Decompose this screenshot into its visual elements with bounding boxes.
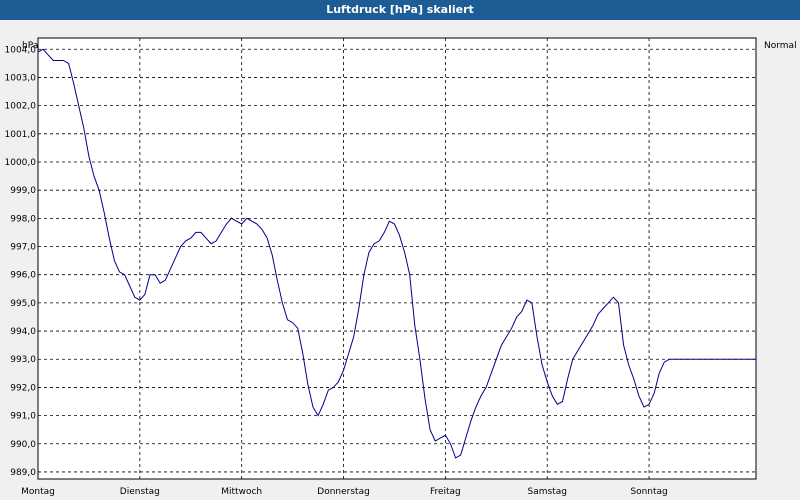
- plot-frame: [37, 37, 757, 480]
- y-tick-label: 998,0: [10, 214, 36, 224]
- x-tick-day-label: Montag: [21, 487, 55, 497]
- x-tick-day-label: Sonntag: [630, 487, 667, 497]
- x-tick-day-label: Donnerstag: [317, 487, 370, 497]
- window-title: Luftdruck [hPa] skaliert: [0, 0, 800, 20]
- y-tick-label: 989,0: [10, 468, 36, 478]
- pressure-chart: 989,0 990,0 991,0 992,0 993,0 994,0 995,0 996,0…: [5, 37, 797, 497]
- x-tick-day-label: Mittwoch: [221, 487, 262, 497]
- y-tick-label: 994,0: [10, 327, 36, 337]
- y-tick-label: 995,0: [10, 299, 36, 309]
- y-tick-label: 996,0: [10, 271, 36, 281]
- x-axis-tick-labels: Montag01.12.25Dienstag02.12.25Mittwoch03…: [21, 487, 668, 497]
- y-tick-label: 999,0: [10, 186, 36, 196]
- y-tick-label: 1001,0: [5, 130, 37, 140]
- y-tick-label: 1003,0: [5, 73, 37, 83]
- chart-area: 989,0 990,0 991,0 992,0 993,0 994,0 995,0 996,0…: [0, 20, 800, 500]
- y-tick-label: 991,0: [10, 412, 36, 422]
- y-tick-label: 1000,0: [5, 158, 37, 168]
- legend-label: Normal: [764, 41, 797, 51]
- x-tick-day-label: Freitag: [430, 487, 461, 497]
- y-axis-tick-labels: 989,0 990,0 991,0 992,0 993,0 994,0 995,0 996,0…: [5, 45, 37, 478]
- y-tick-label: 1002,0: [5, 102, 37, 112]
- x-tick-day-label: Dienstag: [120, 487, 160, 497]
- y-tick-label: 992,0: [10, 383, 36, 393]
- y-axis-label: hPa: [22, 41, 38, 51]
- y-tick-label: 993,0: [10, 355, 36, 365]
- x-tick-day-label: Samstag: [527, 487, 566, 497]
- y-tick-label: 990,0: [10, 440, 36, 450]
- y-tick-label: 997,0: [10, 243, 36, 253]
